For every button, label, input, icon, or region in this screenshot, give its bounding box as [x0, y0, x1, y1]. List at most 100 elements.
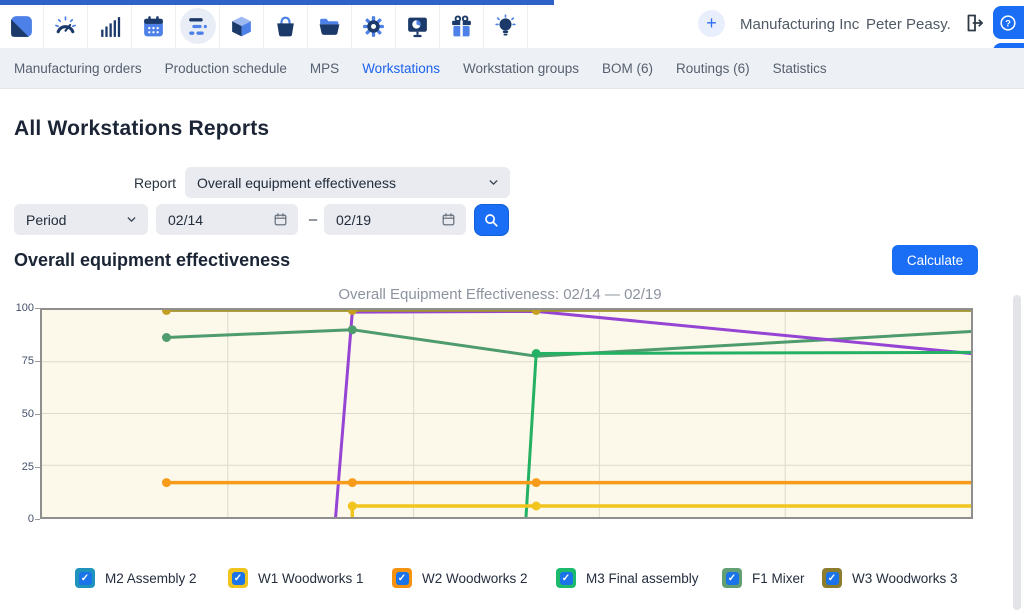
date-to-field[interactable]: 02/19 — [324, 204, 466, 235]
documents-folder-icon — [317, 14, 342, 39]
procurement-basket-icon — [273, 14, 298, 39]
toolbar-production-planning-button[interactable] — [176, 5, 220, 48]
series-line-w1-woodworks-1 — [352, 506, 971, 517]
chart-legend: ✓ M2 Assembly 2 ✓ W1 Woodworks 1 ✓ W2 Woodwor… — [0, 568, 1024, 594]
date-to-value: 02/19 — [336, 212, 441, 228]
chart-dot-w3-woodworks-3 — [162, 310, 171, 315]
nav-tabs: Manufacturing orders Production schedule M… — [0, 48, 1024, 89]
checkmark-icon: ✓ — [232, 572, 245, 585]
production-planning-icon — [185, 14, 210, 39]
y-axis-label-100: 100 — [0, 301, 34, 315]
toolbar-statistics-button[interactable] — [88, 5, 132, 48]
gift-icon — [449, 14, 474, 39]
report-select-value: Overall equipment effectiveness — [197, 175, 487, 191]
y-axis-label-75: 75 — [0, 354, 34, 368]
checkmark-icon: ✓ — [560, 572, 573, 585]
chart-dot-w2-woodworks-2 — [348, 478, 357, 487]
chart-dot-w1-woodworks-1 — [348, 502, 357, 511]
period-select[interactable]: Period — [14, 204, 148, 235]
statistics-bars-icon — [97, 14, 122, 39]
report-select[interactable]: Overall equipment effectiveness — [185, 167, 510, 198]
legend-item-f1-mixer[interactable]: ✓ F1 Mixer — [722, 568, 805, 588]
chart-dot-f1-mixer — [348, 325, 357, 334]
help-icon: ? — [998, 12, 1018, 34]
nav-item-statistics[interactable]: Statistics — [773, 61, 827, 76]
toolbar-calendar-button[interactable] — [132, 5, 176, 48]
main-toolbar — [0, 5, 528, 48]
nav-item-workstation-groups[interactable]: Workstation groups — [463, 61, 579, 76]
oee-line-chart — [42, 310, 971, 517]
toolbar-stock-button[interactable] — [220, 5, 264, 48]
legend-checkbox-m2-assembly-2[interactable]: ✓ — [75, 568, 95, 588]
logout-button[interactable] — [961, 11, 987, 37]
chevron-down-icon — [487, 176, 500, 189]
toolbar-reports-button[interactable] — [396, 5, 440, 48]
legend-item-m2-assembly-2[interactable]: ✓ M2 Assembly 2 — [75, 568, 197, 588]
vertical-scrollbar[interactable] — [1013, 295, 1021, 610]
chart-title: Overall Equipment Effectiveness: 02/14 —… — [0, 286, 1000, 303]
section-title: Overall equipment effectiveness — [14, 250, 290, 271]
chart-plot-area — [40, 308, 973, 519]
legend-label: W1 Woodworks 1 — [258, 571, 364, 586]
date-from-value: 02/14 — [168, 212, 273, 228]
logout-door-icon — [962, 11, 986, 35]
legend-checkbox-f1-mixer[interactable]: ✓ — [722, 568, 742, 588]
nav-item-mps[interactable]: MPS — [310, 61, 339, 76]
chevron-down-icon — [125, 213, 138, 226]
reports-board-icon — [405, 14, 430, 39]
y-axis-tick — [35, 519, 40, 520]
nav-item-workstations[interactable]: Workstations — [362, 61, 440, 76]
checkmark-icon: ✓ — [79, 572, 92, 585]
company-name[interactable]: Manufacturing Inc — [740, 15, 859, 35]
legend-label: W2 Woodworks 2 — [422, 571, 528, 586]
app-window: + Manufacturing Inc Peter Peasy. ? Manuf… — [0, 0, 1024, 615]
calculate-button[interactable]: Calculate — [892, 245, 978, 275]
search-button[interactable] — [474, 204, 509, 236]
series-line-m3-final-assembly — [526, 352, 971, 517]
toolbar-dashboard-button[interactable] — [44, 5, 88, 48]
legend-label: M2 Assembly 2 — [105, 571, 197, 586]
chart-dot-w3-woodworks-3 — [532, 310, 541, 315]
checkmark-icon: ✓ — [726, 572, 739, 585]
legend-checkbox-w3-woodworks-3[interactable]: ✓ — [822, 568, 842, 588]
legend-item-w1-woodworks-1[interactable]: ✓ W1 Woodworks 1 — [228, 568, 364, 588]
oee-chart-area: Overall Equipment Effectiveness: 02/14 —… — [0, 285, 1024, 560]
calendar-small-icon — [273, 212, 288, 227]
legend-checkbox-w2-woodworks-2[interactable]: ✓ — [392, 568, 412, 588]
date-from-field[interactable]: 02/14 — [156, 204, 298, 235]
legend-label: M3 Final assembly — [586, 571, 699, 586]
svg-text:?: ? — [1005, 18, 1011, 28]
settings-gear-icon — [361, 14, 386, 39]
legend-item-w2-woodworks-2[interactable]: ✓ W2 Woodworks 2 — [392, 568, 528, 588]
calendar-icon — [141, 14, 166, 39]
calendar-small-icon — [441, 212, 456, 227]
toolbar-logo-button[interactable] — [0, 5, 44, 48]
legend-label: F1 Mixer — [752, 571, 805, 586]
toolbar-ideas-button[interactable] — [484, 5, 528, 48]
y-axis-label-50: 50 — [0, 407, 34, 421]
nav-item-routings-6[interactable]: Routings (6) — [676, 61, 750, 76]
help-button[interactable]: ? — [993, 6, 1024, 39]
toolbar-settings-button[interactable] — [352, 5, 396, 48]
checkmark-icon: ✓ — [396, 572, 409, 585]
chart-dot-w2-woodworks-2 — [162, 478, 171, 487]
date-range-separator: – — [303, 211, 323, 228]
stock-cube-icon — [229, 14, 254, 39]
legend-item-m3-final-assembly[interactable]: ✓ M3 Final assembly — [556, 568, 699, 588]
dashboard-gauge-icon — [53, 14, 78, 39]
y-axis-label-25: 25 — [0, 460, 34, 474]
report-label: Report — [120, 175, 176, 191]
nav-item-manufacturing-orders[interactable]: Manufacturing orders — [14, 61, 142, 76]
nav-item-production-schedule[interactable]: Production schedule — [165, 61, 287, 76]
chart-dot-f1-mixer — [162, 333, 171, 342]
toolbar-documents-button[interactable] — [308, 5, 352, 48]
add-button[interactable]: + — [698, 10, 725, 37]
nav-item-bom-6[interactable]: BOM (6) — [602, 61, 653, 76]
legend-item-w3-woodworks-3[interactable]: ✓W3 Woodworks 3 — [822, 568, 958, 588]
legend-checkbox-w1-woodworks-1[interactable]: ✓ — [228, 568, 248, 588]
page-title: All Workstations Reports — [14, 117, 269, 141]
legend-checkbox-m3-final-assembly[interactable]: ✓ — [556, 568, 576, 588]
toolbar-procurement-button[interactable] — [264, 5, 308, 48]
user-name[interactable]: Peter Peasy. — [866, 15, 951, 35]
toolbar-gift-button[interactable] — [440, 5, 484, 48]
